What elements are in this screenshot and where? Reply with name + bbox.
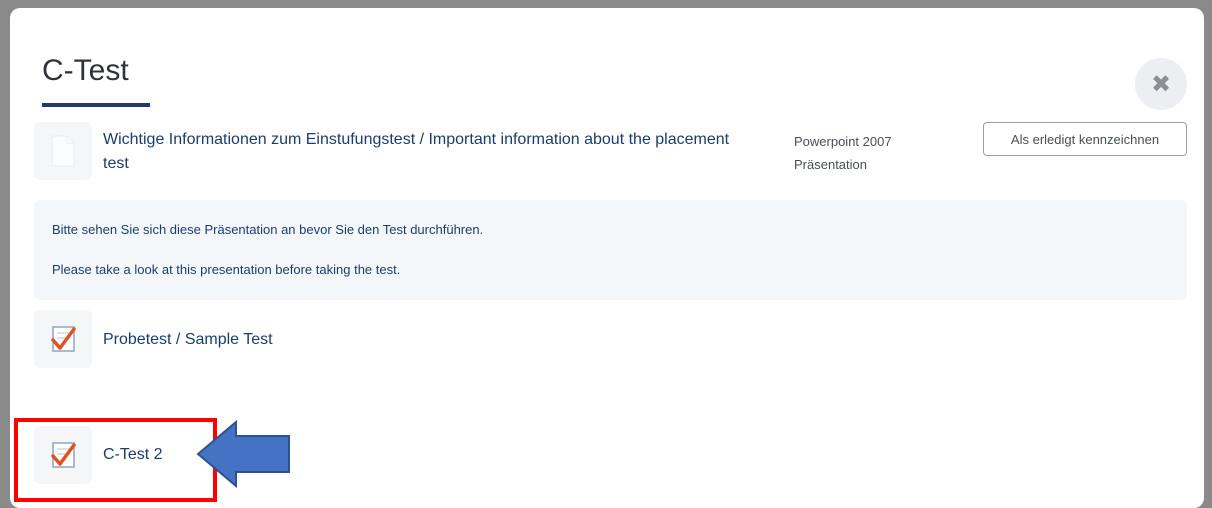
file-type-line2: Präsentation [794, 157, 867, 172]
quiz-icon [34, 310, 92, 368]
file-type-info: Powerpoint 2007 Präsentation [794, 130, 892, 176]
file-type-line1: Powerpoint 2007 [794, 134, 892, 149]
description-english: Please take a look at this presentation … [52, 262, 401, 277]
mark-as-done-button[interactable]: Als erledigt kennzeichnen [983, 122, 1187, 156]
description-german: Bitte sehen Sie sich diese Präsentation … [52, 222, 484, 237]
highlight-box [14, 418, 217, 502]
activity-description: Bitte sehen Sie sich diese Präsentation … [34, 200, 1187, 300]
close-button[interactable]: ✖ [1135, 58, 1187, 110]
powerpoint-file-icon [34, 122, 92, 180]
left-arrow-icon [196, 420, 290, 488]
title-underline [42, 103, 150, 107]
activity-link-important-information[interactable]: Wichtige Informationen zum Einstufungste… [103, 128, 753, 176]
close-icon: ✖ [1150, 70, 1172, 98]
modal-title: C-Test [42, 54, 129, 87]
activity-link-sample-test[interactable]: Probetest / Sample Test [103, 328, 273, 352]
